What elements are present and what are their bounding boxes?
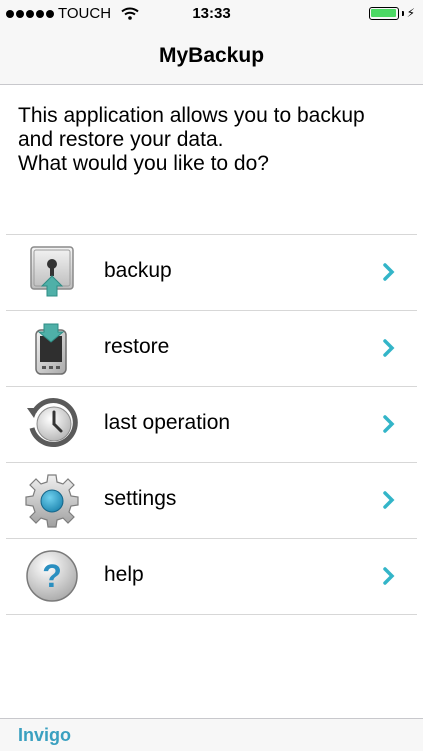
chevron-right-icon — [383, 567, 395, 585]
intro-line-2: and restore your data. — [18, 128, 224, 151]
navigation-bar: MyBackup — [0, 28, 423, 85]
backup-lock-icon — [30, 246, 74, 297]
menu-item-label: backup — [104, 259, 172, 282]
chevron-right-icon — [383, 491, 395, 509]
menu-item-label: help — [104, 563, 144, 586]
svg-text:?: ? — [42, 558, 62, 594]
menu-item-label: settings — [104, 487, 177, 510]
battery-tip — [401, 10, 404, 16]
chevron-right-icon — [383, 415, 395, 433]
menu-item-restore[interactable]: restore — [6, 311, 417, 387]
gear-icon — [25, 474, 79, 528]
clock-history-icon — [27, 398, 78, 447]
chevron-right-icon — [383, 339, 395, 357]
page-title: MyBackup — [158, 44, 265, 67]
menu-item-backup[interactable]: backup — [6, 235, 417, 311]
status-time: 13:33 — [192, 5, 231, 22]
intro-line-1: This application allows you to backup — [18, 104, 365, 127]
menu-item-last-operation[interactable]: last operation — [6, 387, 417, 463]
menu-item-label: restore — [104, 335, 170, 358]
intro-text: This application allows you to backup an… — [18, 104, 413, 176]
question-icon: ? — [26, 550, 78, 602]
menu-item-label: last operation — [104, 411, 231, 434]
menu-item-settings[interactable]: settings — [6, 463, 417, 539]
battery-indicator: ⚡ — [368, 6, 415, 20]
intro-line-3: What would you like to do? — [18, 152, 269, 175]
restore-phone-icon — [35, 323, 67, 375]
battery-icon — [368, 6, 399, 20]
charging-bolt-icon: ⚡ — [406, 6, 415, 20]
main-menu: backup restore last operation settings ?… — [6, 234, 417, 615]
status-bar: TOUCH 13:33 ⚡ — [0, 0, 423, 28]
chevron-right-icon — [383, 263, 395, 281]
footer-bar: Invigo — [0, 718, 423, 751]
menu-item-help[interactable]: ? help — [6, 539, 417, 615]
invigo-link[interactable]: Invigo — [18, 725, 71, 746]
